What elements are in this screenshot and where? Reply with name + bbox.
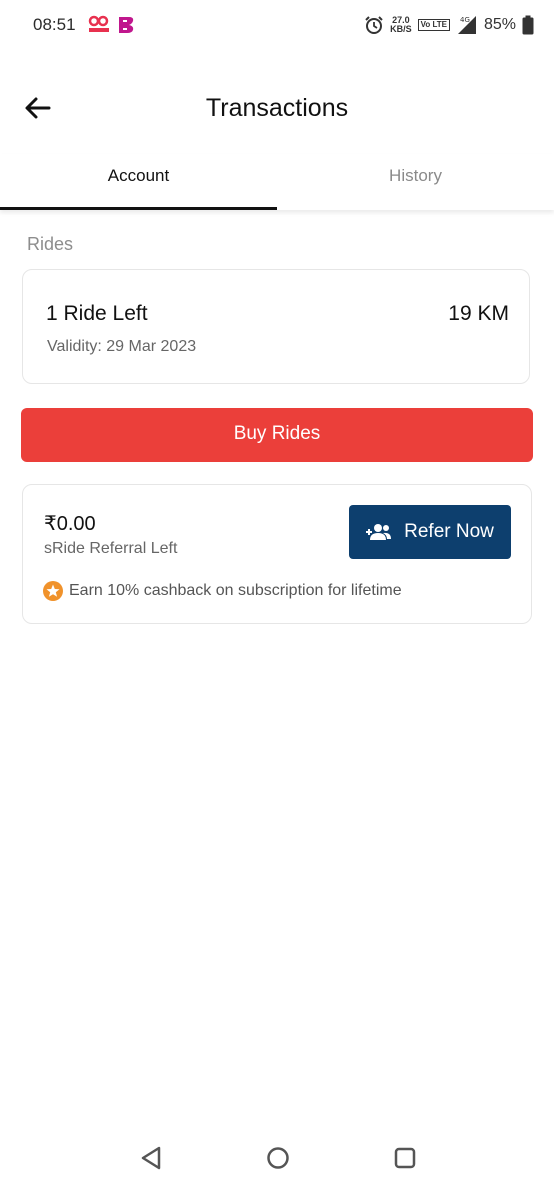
- buy-rides-button[interactable]: Buy Rides: [21, 408, 533, 462]
- network-speed: 27.0 KB/S: [390, 15, 412, 34]
- ride-validity: Validity: 29 Mar 2023: [47, 338, 197, 355]
- triangle-back-icon[interactable]: [139, 1145, 163, 1171]
- app-b-notification-icon: [119, 17, 134, 33]
- app-header: Transactions: [0, 60, 554, 156]
- cashback-text: Earn 10% cashback on subscription for li…: [69, 582, 402, 599]
- svg-text:4G: 4G: [460, 16, 470, 24]
- refer-now-button[interactable]: Refer Now: [349, 505, 511, 559]
- cashback-info: Earn 10% cashback on subscription for li…: [43, 581, 402, 601]
- battery-icon: [522, 15, 534, 35]
- ride-distance: 19 KM: [448, 302, 509, 325]
- volte-badge: Vo LTE: [417, 19, 450, 31]
- tab-bar: Account History: [0, 154, 554, 210]
- status-icons: 27.0 KB/S Vo LTE 4G 85%: [364, 13, 534, 37]
- page-title: Transactions: [205, 94, 349, 122]
- alarm-icon: [365, 16, 383, 34]
- rides-left: 1 Ride Left: [46, 302, 148, 325]
- referral-label: sRide Referral Left: [44, 540, 178, 557]
- app-notification-icon: [88, 15, 109, 32]
- status-time: 08:51: [33, 15, 76, 34]
- status-bar: 08:51 27.0 KB/S Vo LTE 4G 85%: [0, 0, 554, 50]
- tab-account[interactable]: Account: [0, 154, 277, 210]
- referral-amount: ₹0.00: [44, 513, 96, 535]
- system-nav-bar: [0, 1130, 554, 1186]
- active-tab-indicator: [0, 207, 277, 210]
- refer-now-label: Refer Now: [404, 521, 494, 542]
- rides-card: 1 Ride Left 19 KM Validity: 29 Mar 2023: [22, 269, 530, 384]
- rides-section-label: Rides: [27, 234, 74, 254]
- tab-history[interactable]: History: [277, 154, 554, 210]
- circle-home-icon[interactable]: [266, 1146, 290, 1170]
- signal-icon: 4G: [457, 16, 476, 34]
- referral-card: ₹0.00 sRide Referral Left Refer Now Earn…: [22, 484, 532, 624]
- add-people-icon: [366, 524, 392, 540]
- square-recents-icon[interactable]: [393, 1146, 417, 1170]
- battery-percentage: 85%: [483, 16, 516, 33]
- star-badge-icon: [43, 581, 63, 601]
